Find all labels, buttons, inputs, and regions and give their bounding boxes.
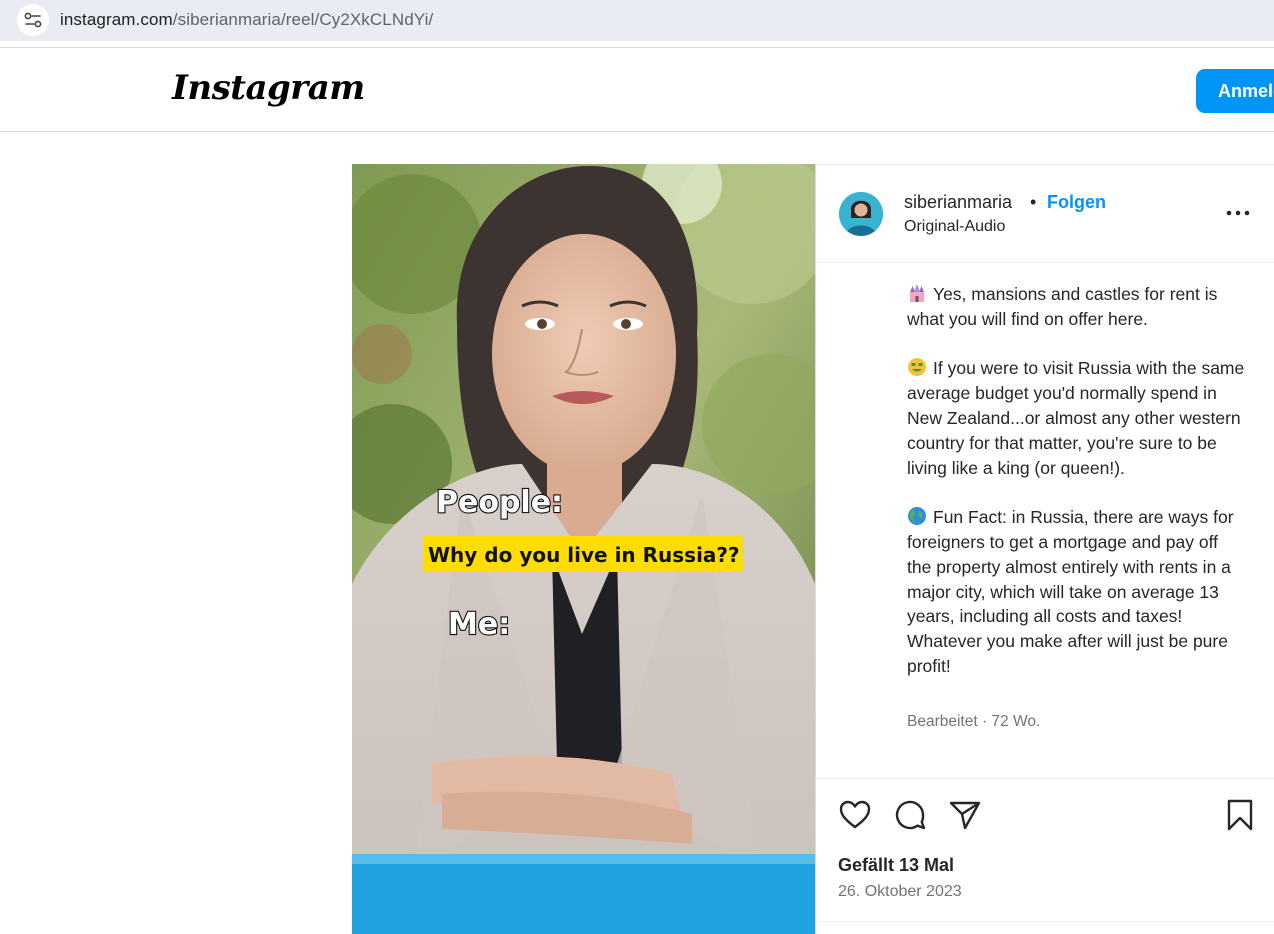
caption-paragraph-text: Fun Fact: in Russia, there are ways for … <box>907 507 1234 676</box>
post-caption: Yes, mansions and castles for rent is wh… <box>907 282 1247 704</box>
post-header: siberianmaria • Folgen Original-Audio <box>816 165 1274 263</box>
more-options-icon[interactable] <box>1225 203 1251 223</box>
caption-paragraph-text: If you were to visit Russia with the sam… <box>907 358 1245 478</box>
url-host: instagram.com <box>60 10 173 29</box>
instagram-header: Instagram Anmelden <box>0 48 1274 132</box>
avatar[interactable] <box>839 192 883 236</box>
comment-bubble-icon[interactable] <box>893 798 927 832</box>
site-settings-icon[interactable] <box>17 4 49 36</box>
follow-button[interactable]: Folgen <box>1047 192 1106 213</box>
reel-frame: People: Why do you live in Russia?? Me: <box>352 164 815 934</box>
caption-paragraph: Yes, mansions and castles for rent is wh… <box>907 282 1247 332</box>
audio-link[interactable]: Original-Audio <box>904 218 1005 236</box>
browser-address-bar[interactable]: instagram.com/siberianmaria/reel/Cy2XkCL… <box>0 0 1274 41</box>
overlay-people-text: People: <box>436 485 563 520</box>
castle-emoji-icon <box>907 283 927 303</box>
overlay-me-text: Me: <box>448 607 510 642</box>
post-edited-age: Bearbeitet · 72 Wo. <box>907 713 1041 730</box>
post-date: 26. Oktober 2023 <box>838 883 962 900</box>
globe-emoji-icon <box>907 506 927 526</box>
like-count[interactable]: Gefällt 13 Mal <box>838 855 954 876</box>
url-path: /siberianmaria/reel/Cy2XkCLNdYi/ <box>172 10 434 29</box>
money-mouth-face-emoji-icon <box>907 357 927 377</box>
save-bookmark-icon[interactable] <box>1223 798 1257 832</box>
username-separator: • <box>1030 192 1037 212</box>
caption-paragraph: Fun Fact: in Russia, there are ways for … <box>907 505 1247 679</box>
actions-divider <box>816 778 1274 779</box>
post-details-panel: siberianmaria • Folgen Original-Audio Ye… <box>815 164 1274 934</box>
overlay-question-text: Why do you live in Russia?? <box>428 543 740 567</box>
url-text[interactable]: instagram.com/siberianmaria/reel/Cy2XkCL… <box>60 10 433 30</box>
bottom-divider <box>816 921 1274 922</box>
share-paper-plane-icon[interactable] <box>948 798 982 832</box>
login-button[interactable]: Anmelden <box>1196 69 1274 113</box>
reel-video[interactable]: People: Why do you live in Russia?? Me: <box>352 164 815 934</box>
caption-paragraph-text: Yes, mansions and castles for rent is wh… <box>907 284 1218 329</box>
caption-paragraph: If you were to visit Russia with the sam… <box>907 356 1247 480</box>
like-heart-icon[interactable] <box>838 798 872 832</box>
instagram-logo[interactable]: Instagram <box>172 68 365 108</box>
post-username[interactable]: siberianmaria <box>904 192 1012 213</box>
